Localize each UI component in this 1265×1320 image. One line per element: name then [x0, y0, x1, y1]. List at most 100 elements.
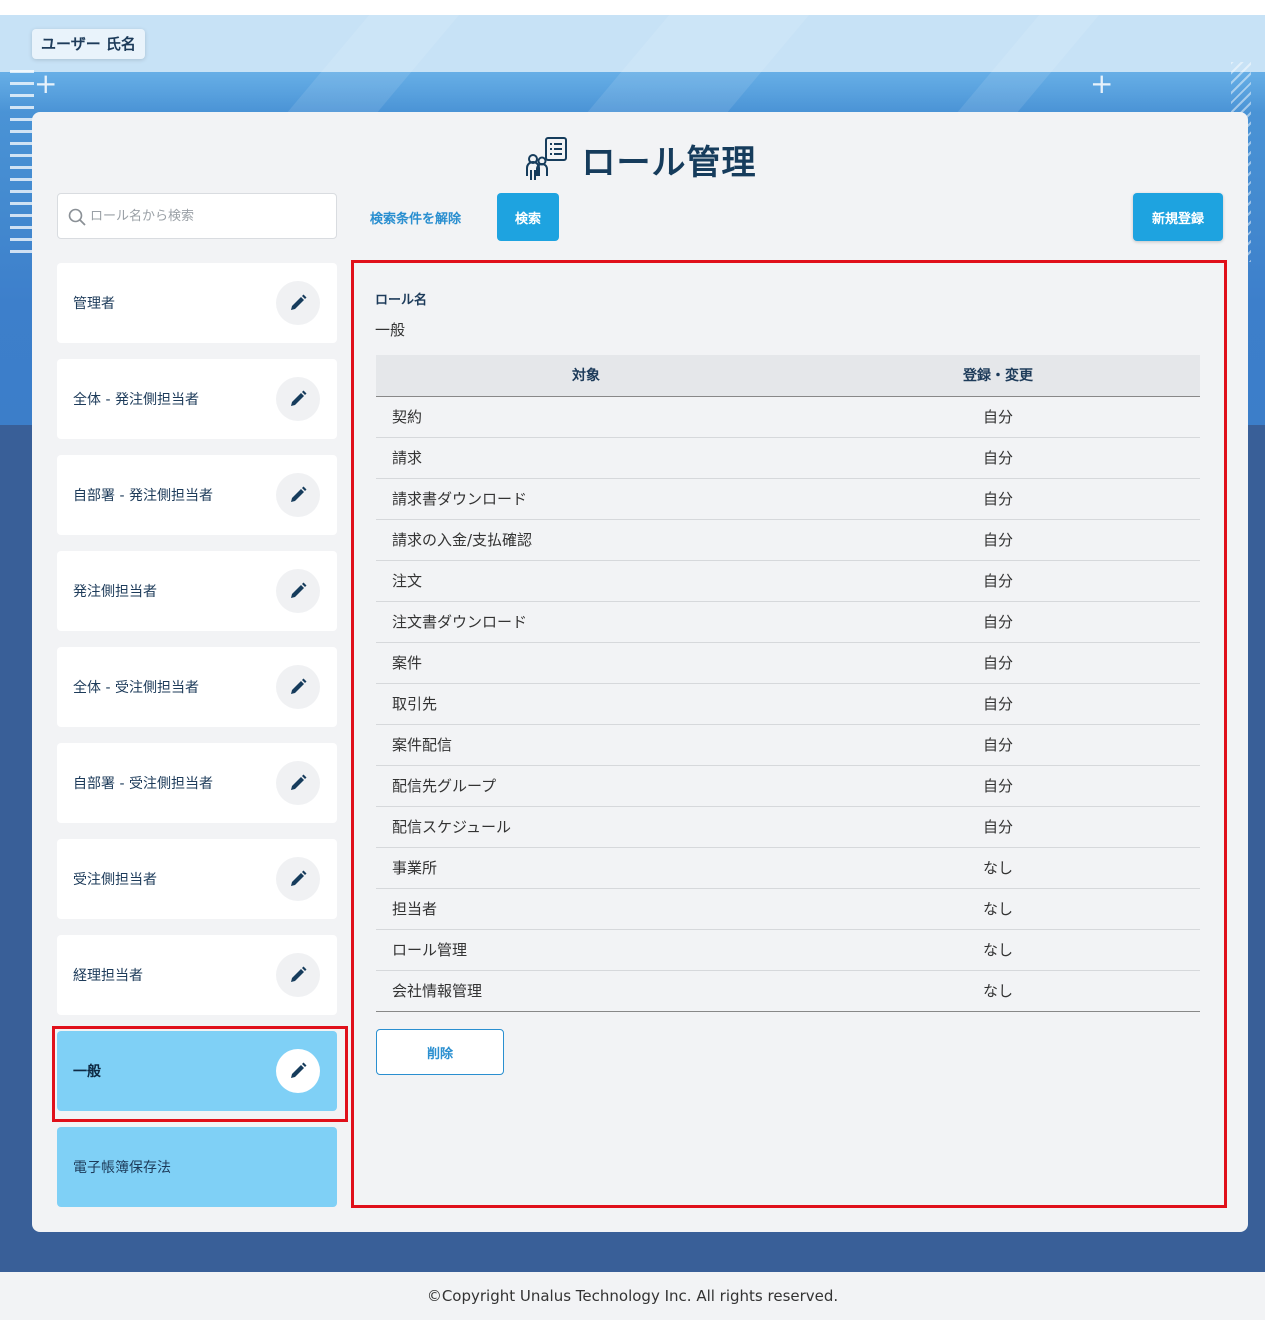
permission-cell: なし — [796, 888, 1200, 930]
target-cell: 注文 — [376, 560, 796, 602]
role-management-icon — [525, 137, 567, 180]
decorative-cross-icon: + — [1090, 67, 1114, 100]
permission-cell: なし — [796, 929, 1200, 971]
table-row: 会社情報管理 なし — [376, 970, 1200, 1012]
search-button[interactable]: 検索 — [497, 193, 559, 241]
role-item-e-book-preservation[interactable]: 電子帳簿保存法 — [57, 1127, 337, 1207]
target-cell: 会社情報管理 — [376, 970, 796, 1012]
edit-role-button[interactable] — [276, 1049, 320, 1093]
permission-cell: 自分 — [796, 560, 1200, 602]
edit-role-button[interactable] — [276, 857, 320, 901]
permission-cell: 自分 — [796, 683, 1200, 725]
table-row: 案件 自分 — [376, 642, 1200, 684]
delete-button[interactable]: 削除 — [376, 1029, 504, 1075]
table-row: 配信スケジュール 自分 — [376, 806, 1200, 848]
role-label: 自部署 - 受注側担当者 — [73, 776, 213, 792]
table-row: 請求の入金/支払確認 自分 — [376, 519, 1200, 561]
target-cell: 請求の入金/支払確認 — [376, 519, 796, 561]
search-box[interactable] — [57, 193, 337, 239]
role-label: 電子帳簿保存法 — [73, 1160, 171, 1176]
clear-search-link[interactable]: 検索条件を解除 — [370, 208, 461, 227]
table-row: 注文書ダウンロード 自分 — [376, 601, 1200, 643]
role-item-all-receiving[interactable]: 全体 - 受注側担当者 — [57, 647, 337, 727]
footer-copyright: ©Copyright Unalus Technology Inc. All ri… — [0, 1272, 1265, 1320]
table-row: ロール管理 なし — [376, 929, 1200, 971]
role-label: 一般 — [73, 1064, 101, 1080]
role-label: 全体 - 発注側担当者 — [73, 392, 199, 408]
target-cell: 配信先グループ — [376, 765, 796, 807]
role-item-dept-ordering[interactable]: 自部署 - 発注側担当者 — [57, 455, 337, 535]
target-cell: 案件 — [376, 642, 796, 684]
top-strip — [0, 0, 1265, 15]
edit-role-button[interactable] — [276, 761, 320, 805]
role-item-admin[interactable]: 管理者 — [57, 263, 337, 343]
pencil-icon — [291, 966, 307, 982]
role-label: 経理担当者 — [73, 968, 143, 984]
table-row: 注文 自分 — [376, 560, 1200, 602]
pencil-icon — [291, 774, 307, 790]
decorative-cross-icon: + — [34, 67, 58, 100]
role-item-receiving[interactable]: 受注側担当者 — [57, 839, 337, 919]
target-cell: 案件配信 — [376, 724, 796, 766]
table-row: 取引先 自分 — [376, 683, 1200, 725]
role-label: 自部署 - 発注側担当者 — [73, 488, 213, 504]
permission-cell: 自分 — [796, 642, 1200, 684]
column-header-target: 対象 — [376, 355, 796, 397]
role-item-accounting[interactable]: 経理担当者 — [57, 935, 337, 1015]
permission-cell: 自分 — [796, 437, 1200, 479]
table-row: 案件配信 自分 — [376, 724, 1200, 766]
edit-role-button[interactable] — [276, 569, 320, 613]
edit-role-button[interactable] — [276, 281, 320, 325]
table-row: 請求書ダウンロード 自分 — [376, 478, 1200, 520]
edit-role-button[interactable] — [276, 953, 320, 997]
permission-cell: 自分 — [796, 478, 1200, 520]
target-cell: 請求 — [376, 437, 796, 479]
table-row: 請求 自分 — [376, 437, 1200, 479]
pencil-icon — [291, 294, 307, 310]
target-cell: 注文書ダウンロード — [376, 601, 796, 643]
permission-table: 対象 登録・変更 契約 自分 請求 自分 請求書ダウンロード 自分 請求の入金/支払確… — [376, 355, 1200, 1012]
new-registration-button[interactable]: 新規登録 — [1133, 193, 1223, 241]
role-item-general[interactable]: 一般 — [52, 1026, 348, 1122]
role-name-label: ロール名 — [375, 293, 428, 308]
page-header: ロール管理 — [32, 134, 1248, 184]
role-item-all-ordering[interactable]: 全体 - 発注側担当者 — [57, 359, 337, 439]
pencil-icon — [291, 678, 307, 694]
target-cell: 請求書ダウンロード — [376, 478, 796, 520]
edit-role-button[interactable] — [276, 665, 320, 709]
pencil-icon — [291, 870, 307, 886]
table-row: 契約 自分 — [376, 396, 1200, 438]
role-detail-panel: ロール名 一般 対象 登録・変更 契約 自分 請求 自分 請求書ダウンロード 自分 請… — [351, 260, 1227, 1208]
edit-role-button[interactable] — [276, 377, 320, 421]
edit-role-button[interactable] — [276, 473, 320, 517]
permission-cell: なし — [796, 970, 1200, 1012]
role-item-ordering[interactable]: 発注側担当者 — [57, 551, 337, 631]
permission-cell: 自分 — [796, 396, 1200, 438]
permission-cell: 自分 — [796, 601, 1200, 643]
table-row: 配信先グループ 自分 — [376, 765, 1200, 807]
permission-cell: なし — [796, 847, 1200, 889]
target-cell: 担当者 — [376, 888, 796, 930]
role-label: 全体 - 受注側担当者 — [73, 680, 199, 696]
role-item-dept-receiving[interactable]: 自部署 - 受注側担当者 — [57, 743, 337, 823]
search-input[interactable] — [90, 194, 330, 238]
role-label: 管理者 — [73, 296, 115, 312]
column-header-permission: 登録・変更 — [796, 355, 1200, 397]
table-header-row: 対象 登録・変更 — [376, 355, 1200, 397]
pencil-icon — [291, 390, 307, 406]
target-cell: 契約 — [376, 396, 796, 438]
pencil-icon — [291, 582, 307, 598]
user-name-badge[interactable]: ユーザー 氏名 — [32, 29, 145, 59]
role-label: 受注側担当者 — [73, 872, 157, 888]
table-row: 事業所 なし — [376, 847, 1200, 889]
permission-cell: 自分 — [796, 765, 1200, 807]
target-cell: 取引先 — [376, 683, 796, 725]
pencil-icon — [291, 486, 307, 502]
search-icon — [68, 208, 86, 226]
target-cell: 配信スケジュール — [376, 806, 796, 848]
permission-cell: 自分 — [796, 806, 1200, 848]
role-name-value: 一般 — [375, 321, 406, 339]
main-card: ロール管理 検索条件を解除 検索 新規登録 管理者 全体 - 発注側担当者 自部… — [32, 112, 1248, 1232]
role-list: 管理者 全体 - 発注側担当者 自部署 - 発注側担当者 発注側担当者 全体 -… — [52, 263, 348, 1223]
table-row: 担当者 なし — [376, 888, 1200, 930]
